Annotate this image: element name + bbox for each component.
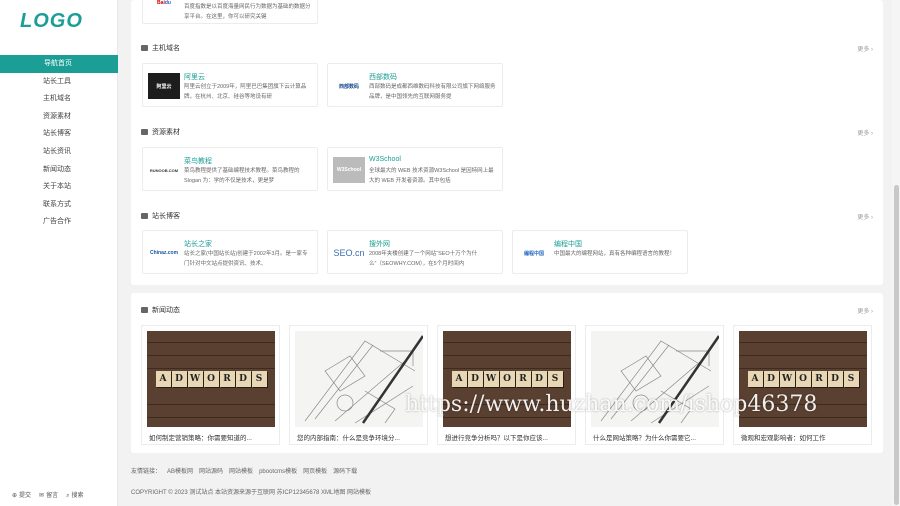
site-logo: Bai du xyxy=(157,0,171,6)
site-desc: 站长之家(中国站长站)创建于2002年3月。是一家专门针对中文站点提供资讯、技术… xyxy=(184,251,308,267)
section-title-hosting: 主机域名 xyxy=(141,43,180,53)
message-button[interactable]: ✉ 留言 xyxy=(39,490,58,500)
news-card[interactable]: 您的内部指南：什么是竞争环境分... xyxy=(289,325,428,445)
chat-icon: ✉ xyxy=(39,493,45,499)
sites-panel: Bai du 百度指数是以百度海量网民行为数据为基础的数据分享平台。在这里，你可以… xyxy=(131,0,883,285)
site-card[interactable]: RUNOOB.COM 菜鸟教程 菜鸟教程提供了基础编程技术教程。菜鸟教程的 Sl… xyxy=(142,147,318,191)
footer-link[interactable]: 源码下载 xyxy=(333,466,357,475)
site-logo: 阿里云 xyxy=(148,73,180,99)
more-link[interactable]: 更多 › xyxy=(857,44,873,53)
copyright: COPYRIGHT © 2023 测试站点 本站资源来源于互联网 苏ICP123… xyxy=(131,490,372,496)
watermark: https://www.huzhan.com/ishop46378 xyxy=(405,392,818,417)
site-card[interactable]: SEO.cn 搜外网 2008年夹楼创建了一个网站“SEO十万个为什么”（SEO… xyxy=(327,230,503,274)
site-logo: 西部数码 xyxy=(338,83,359,90)
folder-icon xyxy=(141,307,148,313)
site-card[interactable]: 西部数码 西部数码 西部数码是成都西维数码科技有限公司旗下网络服务品牌，是中国领… xyxy=(327,63,503,107)
nav-item-webmaster-tools[interactable]: 站长工具 xyxy=(0,73,118,91)
news-card[interactable]: ADWORDS 微观和宏观影响者：如何工作 xyxy=(733,325,872,445)
nav-item-about[interactable]: 关于本站 xyxy=(0,178,118,196)
nav-item-news[interactable]: 新闻动态 xyxy=(0,161,118,179)
news-card[interactable]: ADWORDS 想进行竞争分析吗？以下是你应该... xyxy=(437,325,576,445)
footer-link[interactable]: 网站模板 xyxy=(229,466,253,475)
site-card[interactable]: 编程中国 编程中国 中国最大的编程网站，真有各种编程语言的教程！ xyxy=(512,230,688,274)
news-panel: 新闻动态 更多 › ADWORDS 如何制定营销策略：你需要知道的... 您的内… xyxy=(131,293,883,453)
nav-item-blogs[interactable]: 站长博客 xyxy=(0,125,118,143)
nav-item-hosting-domain[interactable]: 主机域名 xyxy=(0,90,118,108)
site-title: 阿里云 xyxy=(184,74,205,81)
footer-link[interactable]: 网站源码 xyxy=(199,466,223,475)
nav-item-ads[interactable]: 广告合作 xyxy=(0,213,118,231)
site-logo: W3School xyxy=(333,157,365,183)
section-title-blogs: 站长博客 xyxy=(141,211,180,221)
site-card-baidu-index[interactable]: Bai du 百度指数是以百度海量网民行为数据为基础的数据分享平台。在这里，你可以… xyxy=(142,0,318,24)
sidebar-actions: ⊕ 提交 ✉ 留言 ⌕ 搜索 xyxy=(12,490,83,500)
site-card[interactable]: Chinaz.com 站长之家 站长之家(中国站长站)创建于2002年3月。是一… xyxy=(142,230,318,274)
site-desc: 菜鸟教程提供了基础编程技术教程。菜鸟教程的 Slogan 为：学的不仅是技术，更… xyxy=(184,168,300,184)
footer-link[interactable]: AB模板网 xyxy=(167,466,193,475)
news-caption: 您的内部指南：什么是竞争环境分... xyxy=(297,435,400,442)
site-desc: 中国最大的编程网站，真有各种编程语言的教程！ xyxy=(554,251,676,257)
folder-icon xyxy=(141,129,148,135)
logo[interactable]: LOGO xyxy=(20,10,83,33)
sidebar: LOGO 导航首页 站长工具 主机域名 资源素材 站长博客 站长资讯 新闻动态 … xyxy=(0,0,118,506)
nav-item-contact[interactable]: 联系方式 xyxy=(0,196,118,214)
news-caption: 微观和宏观影响者：如何工作 xyxy=(741,435,826,442)
site-desc: 西部数码是成都西维数码科技有限公司旗下网络服务品牌，是中国领先的互联网服务提 xyxy=(369,84,496,100)
search-button[interactable]: ⌕ 搜索 xyxy=(66,490,83,500)
site-title: 搜外网 xyxy=(369,241,390,248)
scroll-thumb[interactable] xyxy=(894,185,899,505)
site-logo: SEO.cn xyxy=(333,248,365,258)
submit-button[interactable]: ⊕ 提交 xyxy=(12,490,31,500)
site-card[interactable]: 阿里云 阿里云 阿里云创立于2009年，阿里巴巴集团旗下云计算品牌，在杭州、北京… xyxy=(142,63,318,107)
plus-circle-icon: ⊕ xyxy=(12,493,18,499)
site-title: W3School xyxy=(369,156,401,163)
folder-icon xyxy=(141,213,148,219)
folder-icon xyxy=(141,45,148,51)
news-card[interactable]: 什么是网站策略？为什么你需要它... xyxy=(585,325,724,445)
nav-item-resources[interactable]: 资源素材 xyxy=(0,108,118,126)
section-title-news: 新闻动态 xyxy=(141,305,180,315)
site-desc: 全球最大的 WEB 技术资源W3School 是因特网上最大的 WEB 开发者资… xyxy=(369,168,494,184)
site-card[interactable]: W3School W3School 全球最大的 WEB 技术资源W3School… xyxy=(327,147,503,191)
footer-link[interactable]: 网页模板 xyxy=(303,466,327,475)
site-logo: RUNOOB.COM xyxy=(149,167,179,173)
footer-link[interactable]: pbootcms模板 xyxy=(259,466,297,475)
site-title: 站长之家 xyxy=(184,241,212,248)
main-nav: 导航首页 站长工具 主机域名 资源素材 站长博客 站长资讯 新闻动态 关于本站 … xyxy=(0,55,118,231)
site-desc: 2008年夹楼创建了一个网站“SEO十万个为什么”（SEOWHY.COM），在5… xyxy=(369,251,478,267)
news-card[interactable]: ADWORDS 如何制定营销策略：你需要知道的... xyxy=(141,325,280,445)
news-image-sketch xyxy=(295,331,423,427)
site-title: 编程中国 xyxy=(554,241,582,248)
site-desc: 阿里云创立于2009年，阿里巴巴集团旗下云计算品牌，在杭州、北京、硅谷等地设有研 xyxy=(184,84,307,100)
site-title: 西部数码 xyxy=(369,74,397,81)
news-image-adwords: ADWORDS xyxy=(147,331,275,427)
nav-item-home[interactable]: 导航首页 xyxy=(0,55,118,73)
friend-links: 友情链接： AB模板网 网站源码 网站模板 pbootcms模板 网页模板 源码… xyxy=(131,466,357,475)
friend-links-label: 友情链接： xyxy=(131,469,162,475)
site-desc: 百度指数是以百度海量网民行为数据为基础的数据分享平台。在这里，你可以研究关键 xyxy=(184,4,311,20)
news-caption: 如何制定营销策略：你需要知道的... xyxy=(149,435,252,442)
more-link[interactable]: 更多 › xyxy=(857,212,873,221)
news-caption: 什么是网站策略？为什么你需要它... xyxy=(593,435,696,442)
scrollbar[interactable] xyxy=(892,0,900,506)
search-icon: ⌕ xyxy=(66,493,70,499)
nav-item-news-info[interactable]: 站长资讯 xyxy=(0,143,118,161)
news-caption: 想进行竞争分析吗？以下是你应该... xyxy=(445,435,548,442)
more-link[interactable]: 更多 › xyxy=(857,306,873,315)
site-logo: 编程中国 xyxy=(523,250,544,257)
site-title: 菜鸟教程 xyxy=(184,158,212,165)
site-logo: Chinaz.com xyxy=(149,250,179,256)
section-title-resources: 资源素材 xyxy=(141,127,180,137)
more-link[interactable]: 更多 › xyxy=(857,128,873,137)
